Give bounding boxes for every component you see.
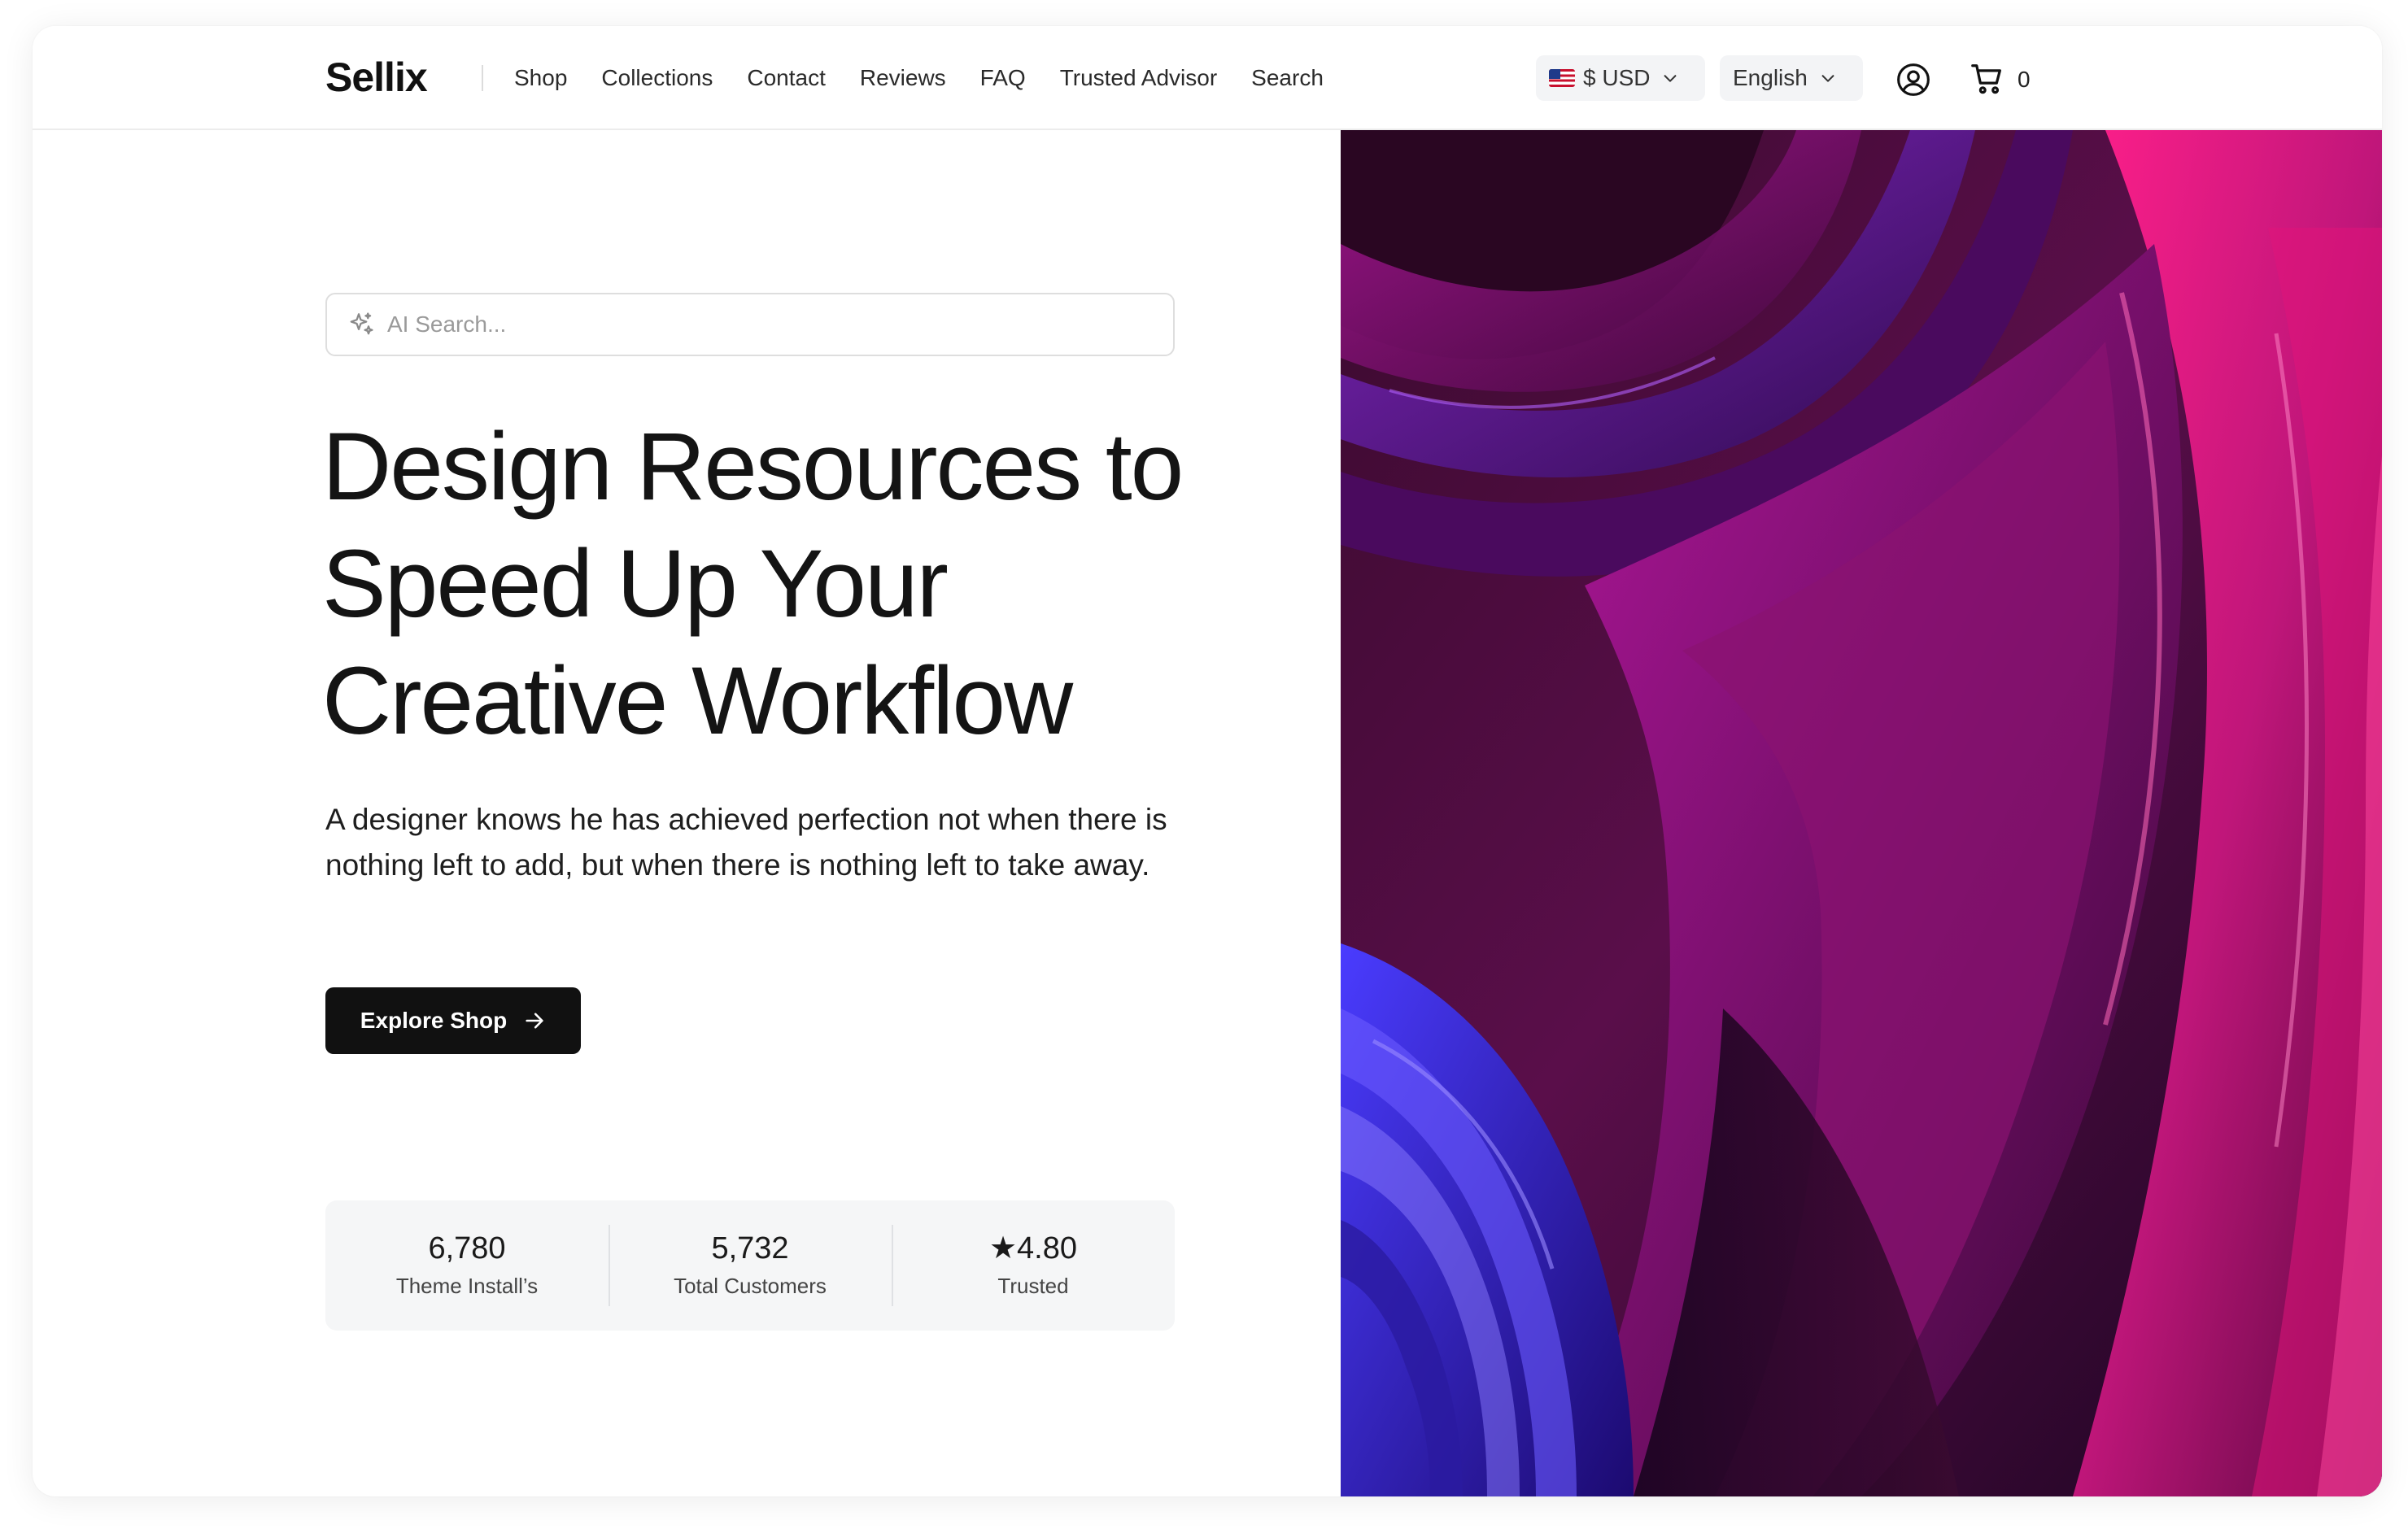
stat-label: Theme Install’s [395, 1274, 539, 1298]
hero-title: Design Resources to Speed Up Your Creati… [322, 408, 1233, 760]
cart-count[interactable]: 0 [2018, 63, 2031, 96]
nav-collections[interactable]: Collections [601, 62, 713, 94]
us-flag-icon [1549, 69, 1575, 87]
ai-search-box[interactable] [325, 293, 1175, 356]
stat-theme-installs: 6,780 Theme Install’s [325, 1225, 609, 1306]
hero-title-line: Design Resources to [322, 413, 1184, 521]
language-label: English [1733, 65, 1808, 90]
stat-value: ★4.80 [988, 1231, 1078, 1265]
stat-label: Total Customers [674, 1274, 827, 1298]
nav-shop[interactable]: Shop [514, 62, 567, 94]
stat-total-customers: 5,732 Total Customers [609, 1225, 892, 1306]
chevron-down-icon [1821, 75, 1834, 82]
explore-shop-button[interactable]: Explore Shop [325, 987, 581, 1054]
cart-icon[interactable] [1969, 60, 2006, 98]
nav-trusted-advisor[interactable]: Trusted Advisor [1060, 62, 1217, 94]
nav-faq[interactable]: FAQ [980, 62, 1026, 94]
nav-reviews[interactable]: Reviews [860, 62, 946, 94]
stats-panel: 6,780 Theme Install’s 5,732 Total Custom… [325, 1200, 1175, 1331]
stat-value: 6,780 [428, 1231, 506, 1265]
arrow-right-icon [526, 1013, 543, 1029]
hero-abstract-image [1341, 130, 2382, 1496]
site-header: Sellix Shop Collections Contact Reviews … [33, 26, 2382, 130]
user-circle-icon[interactable] [1895, 62, 1931, 98]
currency-selector[interactable]: $ USD [1536, 55, 1705, 101]
nav-contact[interactable]: Contact [747, 62, 826, 94]
page-frame: Sellix Shop Collections Contact Reviews … [33, 26, 2382, 1496]
explore-shop-label: Explore Shop [360, 1008, 508, 1033]
hero-title-line: Creative Workflow [322, 647, 1073, 755]
chevron-down-icon [1664, 75, 1677, 82]
hero-subtitle: A designer knows he has achieved perfect… [325, 803, 1167, 882]
nav-search[interactable]: Search [1251, 62, 1324, 94]
main-nav: Shop Collections Contact Reviews FAQ Tru… [514, 62, 1358, 94]
ai-search-input[interactable] [387, 311, 1119, 338]
stat-label: Trusted [997, 1274, 1069, 1298]
brand-logo[interactable]: Sellix [325, 54, 428, 101]
sparkles-icon [350, 312, 373, 335]
hero-title-line: Speed Up Your [322, 530, 949, 638]
stat-trusted-rating: ★4.80 Trusted [892, 1225, 1175, 1306]
abstract-waves-graphic [1341, 130, 2382, 1496]
logo-divider [482, 65, 483, 91]
stat-value: 5,732 [711, 1231, 789, 1265]
language-selector[interactable]: English [1720, 55, 1863, 101]
currency-label: $ USD [1583, 65, 1651, 90]
